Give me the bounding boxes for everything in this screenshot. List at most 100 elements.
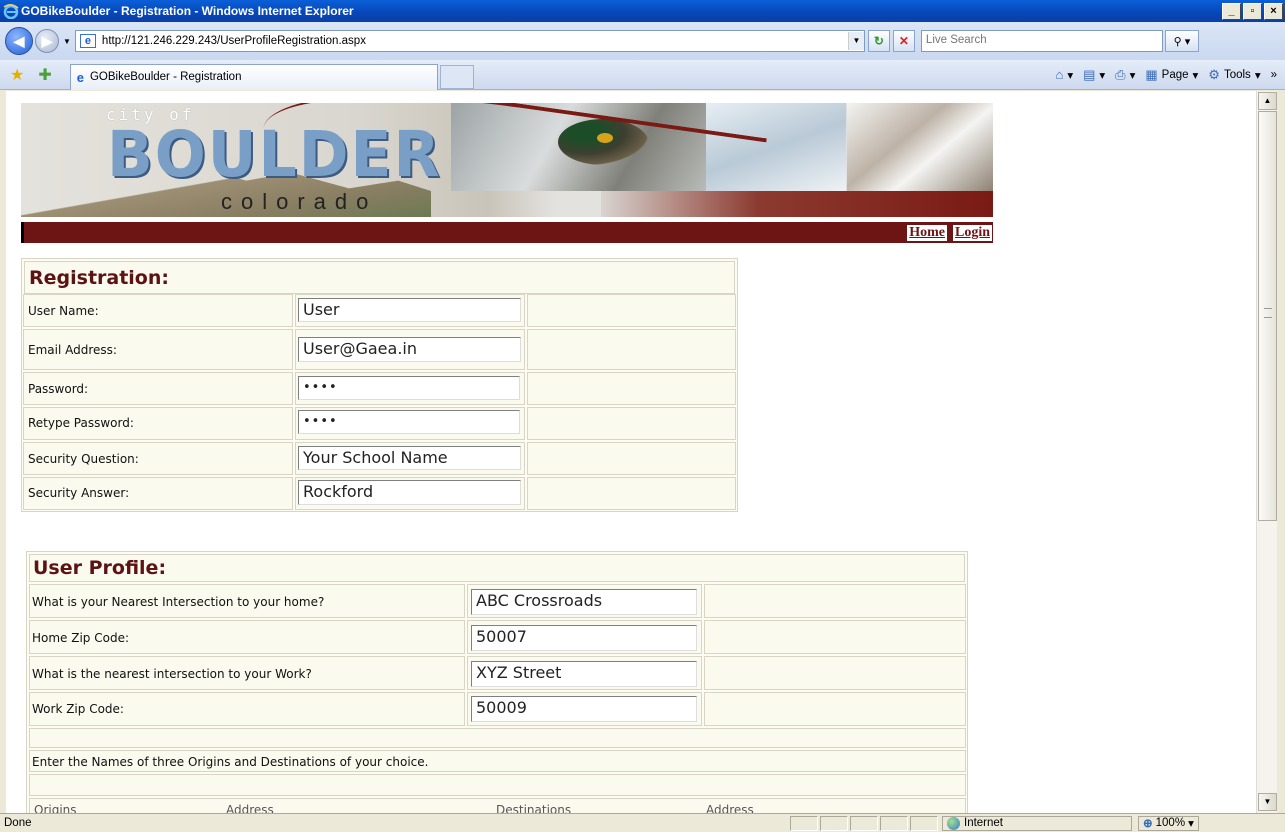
home-intersection-label: What is your Nearest Intersection to you… — [32, 595, 325, 609]
work-intersection-label: What is the nearest intersection to your… — [32, 667, 312, 681]
security-question-label: Security Question: — [28, 452, 139, 466]
spacer-row — [29, 774, 966, 796]
back-button[interactable]: ◀ — [5, 27, 33, 55]
city-banner: city of BOULDER colorado — [21, 103, 993, 217]
field-row-extra-cell — [527, 407, 736, 440]
profile-row-extra-cell — [704, 620, 966, 654]
status-text: Done — [4, 817, 32, 829]
profile-row-extra-cell — [704, 656, 966, 690]
add-favorites-icon[interactable]: ✚ — [38, 65, 51, 85]
command-bar: ⌂ ▾ ▤ ▾ ⎙ ▾ ▦ Page ▾ ⚙ Tools ▾ » — [1055, 67, 1285, 83]
refresh-button[interactable]: ↻ — [867, 30, 890, 52]
column-address: Address — [226, 803, 274, 813]
password-field[interactable]: •••• — [298, 376, 520, 400]
new-tab-button[interactable] — [439, 64, 474, 89]
username-label: User Name: — [28, 304, 99, 318]
zoom-icon: ⊕ — [1143, 818, 1153, 830]
favorites-star-icon[interactable]: ★ — [10, 65, 24, 85]
work-zip-field[interactable]: 50009 — [471, 696, 697, 722]
window-title: GOBikeBoulder - Registration - Windows I… — [21, 4, 354, 18]
scroll-up-arrow[interactable]: ▲ — [1258, 92, 1277, 110]
profile-header-cell — [29, 554, 965, 582]
back-arrow-icon: ◀ — [13, 32, 25, 49]
stop-button[interactable]: ✕ — [892, 30, 915, 52]
status-pane — [910, 815, 938, 831]
page-menu[interactable]: ▦ Page ▾ — [1145, 67, 1198, 83]
column-destinations: Destinations — [496, 803, 572, 813]
print-icon: ⎙ — [1115, 66, 1126, 82]
search-button[interactable]: ⚲ ▾ — [1164, 30, 1199, 52]
status-pane — [880, 815, 908, 831]
address-dropdown-icon[interactable]: ▼ — [847, 32, 864, 50]
internet-explorer-icon — [3, 4, 19, 19]
search-icon: ⚲ ▾ — [1173, 35, 1191, 48]
nav-strip: Home Login — [21, 217, 993, 243]
column-origins: Origins — [34, 803, 77, 813]
feeds-command[interactable]: ▤ ▾ — [1083, 67, 1105, 83]
gear-icon: ⚙ — [1208, 66, 1220, 82]
scroll-grip — [1264, 308, 1272, 318]
chevron-more-icon[interactable]: » — [1271, 69, 1277, 81]
spacer-row — [29, 728, 966, 748]
retype-password-field[interactable]: •••• — [298, 410, 520, 434]
email-field[interactable]: User@Gaea.in — [298, 337, 521, 362]
work-intersection-field[interactable]: XYZ Street — [471, 661, 697, 687]
page-viewport: city of BOULDER colorado Home Login Regi… — [6, 91, 1256, 813]
minimize-button[interactable]: _ — [1222, 2, 1241, 20]
ie-tab-icon: e — [76, 69, 84, 85]
print-command[interactable]: ⎙ ▾ — [1115, 67, 1135, 83]
refresh-icon: ↻ — [873, 34, 884, 48]
work-zip-label: Work Zip Code: — [32, 702, 124, 716]
zone-label: Internet — [964, 817, 1003, 829]
close-button[interactable]: × — [1264, 2, 1283, 20]
security-zone[interactable]: Internet — [942, 815, 1132, 831]
maximize-button[interactable]: ▫ — [1243, 2, 1262, 20]
login-link[interactable]: Login — [952, 224, 992, 241]
retype-password-label: Retype Password: — [28, 416, 134, 430]
zoom-dropdown-icon: ▾ — [1188, 818, 1194, 830]
status-bar: Done Internet ⊕ 100% ▾ — [0, 813, 1285, 832]
home-command[interactable]: ⌂ ▾ — [1055, 67, 1073, 82]
field-row-extra-cell — [527, 442, 736, 475]
username-field[interactable]: User — [298, 298, 521, 322]
status-pane — [850, 815, 878, 831]
address-field[interactable]: e http://121.246.229.243/UserProfileRegi… — [74, 30, 865, 52]
window-title-bar: GOBikeBoulder - Registration - Windows I… — [0, 0, 1285, 22]
zoom-level: 100% — [1155, 817, 1186, 829]
status-pane — [820, 815, 848, 831]
history-dropdown-icon[interactable]: ▼ — [63, 37, 71, 46]
vertical-scrollbar[interactable]: ▲ ▼ — [1256, 91, 1277, 813]
security-answer-label: Security Answer: — [28, 486, 130, 500]
forward-arrow-icon: ▶ — [41, 32, 53, 49]
field-row-extra-cell — [527, 329, 736, 370]
origins-instructions: Enter the Names of three Origins and Des… — [32, 755, 429, 769]
scroll-down-arrow[interactable]: ▼ — [1258, 793, 1277, 811]
home-zip-field[interactable]: 50007 — [471, 625, 697, 651]
profile-row-extra-cell — [704, 584, 966, 618]
profile-row-extra-cell — [704, 692, 966, 726]
feeds-icon: ▤ — [1083, 66, 1096, 82]
home-intersection-field[interactable]: ABC Crossroads — [471, 589, 697, 615]
snow-rocks-photo — [847, 103, 993, 191]
security-answer-field[interactable]: Rockford — [298, 480, 521, 505]
logo-colorado: colorado — [221, 189, 378, 214]
home-zip-label: Home Zip Code: — [32, 631, 130, 645]
stop-icon: ✕ — [898, 34, 909, 48]
security-question-field[interactable]: Your School Name — [298, 446, 521, 470]
scroll-thumb[interactable] — [1258, 111, 1277, 521]
profile-title: User Profile: — [33, 557, 167, 579]
zoom-control[interactable]: ⊕ 100% ▾ — [1138, 815, 1199, 831]
tools-menu[interactable]: ⚙ Tools ▾ — [1208, 67, 1260, 83]
nav-links: Home Login — [907, 222, 993, 243]
search-input[interactable]: Live Search — [920, 30, 1163, 52]
home-icon: ⌂ — [1055, 67, 1064, 82]
password-label: Password: — [28, 382, 89, 396]
page-icon: e — [79, 34, 96, 48]
globe-icon — [947, 816, 960, 830]
column-address-2: Address — [706, 803, 754, 813]
tab-registration[interactable]: e GOBikeBoulder - Registration — [69, 63, 438, 90]
forward-button[interactable]: ▶ — [35, 29, 59, 53]
address-url[interactable]: http://121.246.229.243/UserProfileRegist… — [102, 35, 848, 47]
page-icon: ▦ — [1145, 66, 1158, 82]
home-link[interactable]: Home — [907, 224, 947, 241]
